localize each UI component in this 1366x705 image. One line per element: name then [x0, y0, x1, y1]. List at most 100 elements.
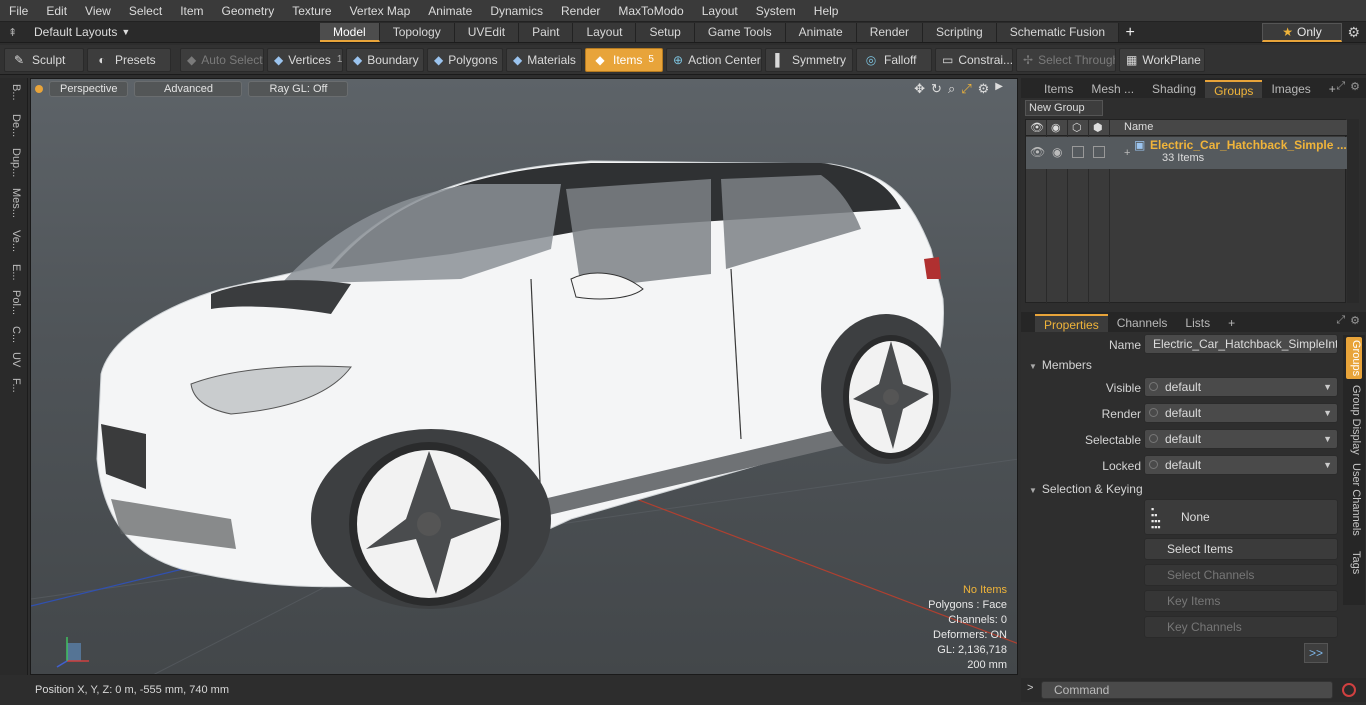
key-items-button[interactable]: Key Items — [1144, 590, 1338, 612]
bottom-gear-icon[interactable]: ⚙ — [1350, 314, 1360, 327]
expand-bottom-icon[interactable]: ⤢ — [1336, 314, 1345, 327]
selection-keying-section[interactable]: ▼ Selection & Keying — [1029, 482, 1143, 496]
row-eye-icon[interactable]: 👁 — [1030, 145, 1045, 159]
side-tab-group-display[interactable]: Group Display — [1346, 385, 1362, 455]
lock-cube-icon[interactable]: ⬢ — [1093, 121, 1103, 134]
menu-animate[interactable]: Animate — [419, 0, 481, 22]
row-select-box[interactable] — [1072, 146, 1084, 158]
tab-animate[interactable]: Animate — [785, 22, 857, 42]
tab-images[interactable]: Images — [1262, 80, 1319, 98]
render-icon[interactable]: ◉ — [1051, 121, 1061, 134]
vertices-button[interactable]: ◆ Vertices 1 — [267, 47, 343, 72]
tab-schematic-fusion[interactable]: Schematic Fusion — [996, 22, 1120, 42]
tab-setup[interactable]: Setup — [636, 22, 695, 42]
expand-plus-icon[interactable]: + — [1124, 147, 1130, 159]
tab-channels[interactable]: Channels — [1108, 314, 1177, 332]
tab-groups[interactable]: Groups — [1205, 80, 1263, 98]
action-center-button[interactable]: ⊕ Action Center — [666, 47, 762, 72]
select-through-button[interactable]: ✢ Select Through — [1016, 47, 1116, 72]
tab-uvedit[interactable]: UVEdit — [454, 22, 520, 42]
tab-scripting[interactable]: Scripting — [923, 22, 997, 42]
polygons-button[interactable]: ◆ Polygons — [427, 47, 503, 72]
row-render-icon[interactable]: ◉ — [1052, 145, 1062, 159]
3d-viewport[interactable]: Perspective Advanced Ray GL: Off ✥ ↻ ⌕ ⤢… — [30, 78, 1018, 675]
left-tab-mesh-edit[interactable]: Mes... — [4, 188, 22, 226]
workplane-button[interactable]: ▦ WorkPlane — [1119, 47, 1205, 72]
left-tab-uv[interactable]: UV — [4, 352, 22, 374]
viewport-gear-icon[interactable]: ⚙ — [978, 81, 990, 97]
pan-icon[interactable]: ✥ — [914, 81, 925, 97]
select-cube-icon[interactable]: ⬡ — [1072, 121, 1082, 134]
viewport-options-dot[interactable] — [35, 85, 43, 93]
menu-view[interactable]: View — [76, 0, 120, 22]
side-tab-tags[interactable]: Tags — [1346, 551, 1362, 581]
select-channels-button[interactable]: Select Channels — [1144, 564, 1338, 586]
presets-button[interactable]: ◐ Presets — [87, 47, 171, 72]
tab-lists[interactable]: Lists — [1176, 314, 1219, 332]
left-tab-edge[interactable]: E... — [4, 264, 22, 286]
boundary-button[interactable]: ◆ Boundary — [346, 47, 424, 72]
tab-model[interactable]: Model — [320, 22, 380, 42]
menu-vertex-map[interactable]: Vertex Map — [341, 0, 420, 22]
tab-properties[interactable]: Properties — [1035, 314, 1108, 332]
menu-geometry[interactable]: Geometry — [213, 0, 284, 22]
play-arrow-icon[interactable]: ▶ — [995, 81, 1003, 97]
tab-paint[interactable]: Paint — [519, 22, 574, 42]
new-group-button[interactable]: New Group — [1025, 100, 1103, 116]
menu-help[interactable]: Help — [805, 0, 848, 22]
materials-button[interactable]: ◆ Materials — [506, 47, 582, 72]
left-tab-deform[interactable]: De... — [4, 114, 22, 144]
expand-icon[interactable]: ⤢ — [1336, 80, 1345, 93]
tab-render[interactable]: Render — [856, 22, 924, 42]
side-tab-user-channels[interactable]: User Channels — [1346, 463, 1362, 543]
locked-dropdown[interactable]: default ▼ — [1144, 455, 1338, 475]
add-tab-icon[interactable]: + — [1119, 23, 1141, 42]
tab-mesh[interactable]: Mesh ... — [1082, 80, 1143, 98]
left-tab-duplicate[interactable]: Dup... — [4, 148, 22, 184]
record-icon[interactable] — [1342, 683, 1356, 697]
selectable-dropdown[interactable]: default ▼ — [1144, 429, 1338, 449]
select-items-button[interactable]: Select Items — [1144, 538, 1338, 560]
menu-render[interactable]: Render — [552, 0, 609, 22]
name-field[interactable]: Electric_Car_Hatchback_SimpleInterio — [1144, 334, 1338, 354]
menu-file[interactable]: File — [0, 0, 37, 22]
constraints-button[interactable]: ▭ Constrai... — [935, 47, 1013, 72]
menu-dynamics[interactable]: Dynamics — [481, 0, 552, 22]
visible-dropdown[interactable]: default ▼ — [1144, 377, 1338, 397]
row-lock-box[interactable] — [1093, 146, 1105, 158]
layouts-dropdown[interactable]: ⇞ Default Layouts ▼ — [0, 22, 320, 43]
symmetry-button[interactable]: ▌ Symmetry — [765, 47, 853, 72]
tab-shading[interactable]: Shading — [1143, 80, 1205, 98]
tab-topology[interactable]: Topology — [379, 22, 455, 42]
tab-game-tools[interactable]: Game Tools — [694, 22, 786, 42]
menu-texture[interactable]: Texture — [283, 0, 340, 22]
tab-layout[interactable]: Layout — [573, 22, 637, 42]
rotate-icon[interactable]: ↻ — [931, 81, 942, 97]
perspective-button[interactable]: Perspective — [49, 81, 129, 97]
members-section[interactable]: ▼ Members — [1029, 358, 1092, 372]
only-button[interactable]: ★ Only — [1262, 23, 1342, 42]
more-button[interactable]: >> — [1304, 643, 1328, 663]
menu-select[interactable]: Select — [120, 0, 171, 22]
auto-select-button[interactable]: ◆ Auto Select — [180, 47, 264, 72]
falloff-button[interactable]: ◎ Falloff — [856, 47, 932, 72]
gear-icon[interactable]: ⚙ — [1347, 24, 1360, 41]
tab-items[interactable]: Items — [1035, 80, 1082, 98]
group-row[interactable]: 👁 ◉ + ▣ Electric_Car_Hatchback_Simple ..… — [1026, 137, 1347, 169]
menu-layout[interactable]: Layout — [693, 0, 747, 22]
groups-scrollbar[interactable] — [1347, 119, 1359, 303]
menu-system[interactable]: System — [747, 0, 805, 22]
visibility-eye-icon[interactable]: 👁 — [1030, 121, 1044, 134]
render-dropdown[interactable]: default ▼ — [1144, 403, 1338, 423]
advanced-button[interactable]: Advanced — [134, 81, 243, 97]
menu-edit[interactable]: Edit — [37, 0, 76, 22]
menu-maxtomodo[interactable]: MaxToModo — [609, 0, 692, 22]
fit-icon[interactable]: ⤢ — [961, 81, 971, 97]
menu-item[interactable]: Item — [171, 0, 212, 22]
left-tab-polygon[interactable]: Pol... — [4, 290, 22, 322]
key-channels-button[interactable]: Key Channels — [1144, 616, 1338, 638]
items-button[interactable]: ◆ Items 5 — [585, 47, 663, 72]
sculpt-button[interactable]: ✎ Sculpt — [4, 47, 84, 72]
panel-gear-icon[interactable]: ⚙ — [1350, 80, 1360, 93]
side-tab-groups[interactable]: Groups — [1346, 337, 1362, 379]
